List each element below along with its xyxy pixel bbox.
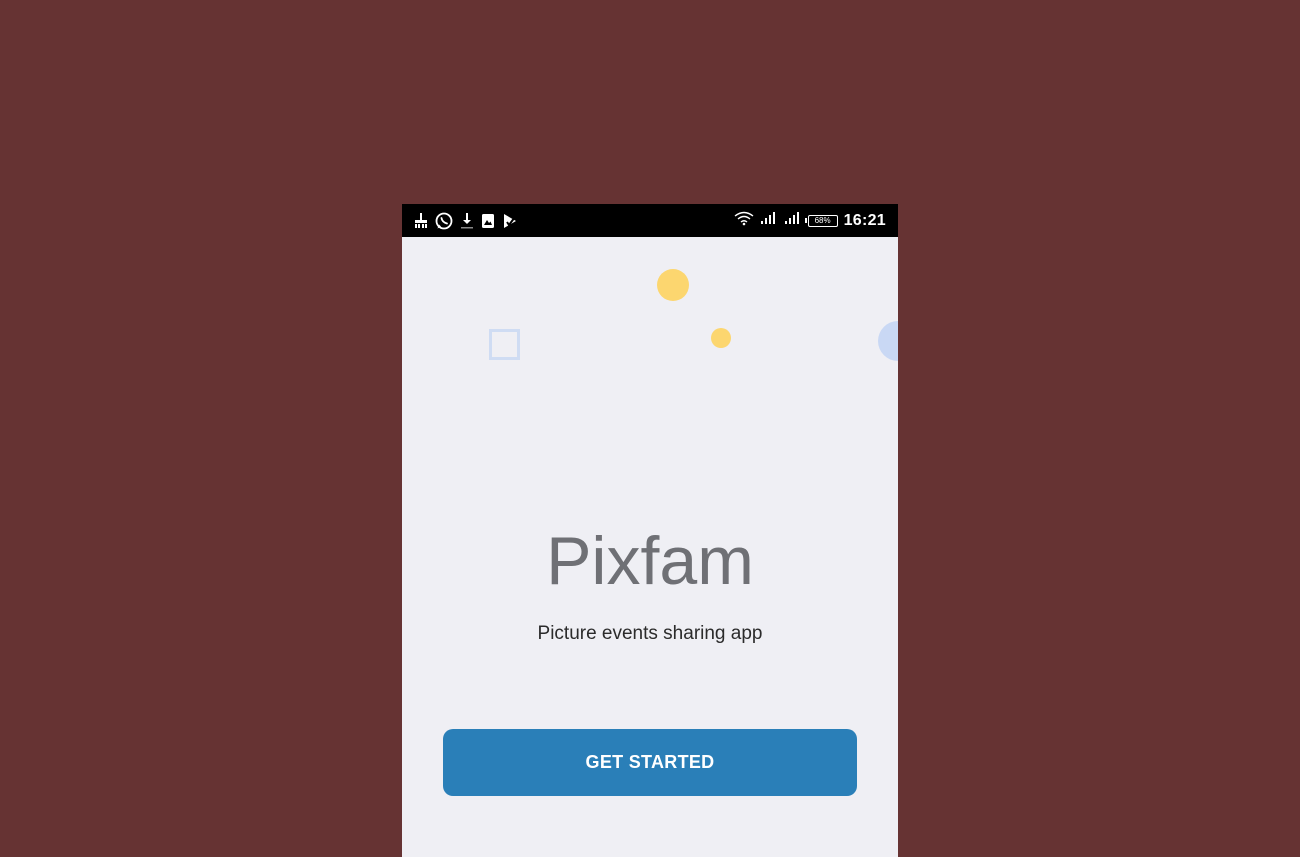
status-bar: 68% 16:21 (402, 204, 898, 237)
gallery-icon (481, 213, 495, 229)
broom-icon (414, 212, 428, 229)
battery-icon: 68% (804, 214, 838, 227)
signal-icon (760, 211, 778, 230)
notification-icons (414, 210, 518, 231)
signal-icon (784, 211, 802, 230)
get-started-button[interactable]: GET STARTED (443, 729, 857, 796)
phone-screen: 68% 16:21 Pixfam Picture events sharing … (402, 204, 898, 857)
download-icon (460, 212, 474, 230)
status-clock: 16:21 (843, 211, 886, 229)
wifi-icon (734, 210, 754, 231)
decorative-dot (657, 269, 689, 301)
whatsapp-icon (435, 212, 453, 230)
app-title: Pixfam (546, 523, 754, 599)
system-indicators: 68% 16:21 (734, 210, 886, 231)
play-store-icon (502, 213, 518, 229)
app-tagline: Picture events sharing app (537, 623, 763, 644)
decorative-square (489, 329, 520, 360)
decorative-dot (711, 328, 731, 348)
decorative-circle (878, 321, 898, 361)
